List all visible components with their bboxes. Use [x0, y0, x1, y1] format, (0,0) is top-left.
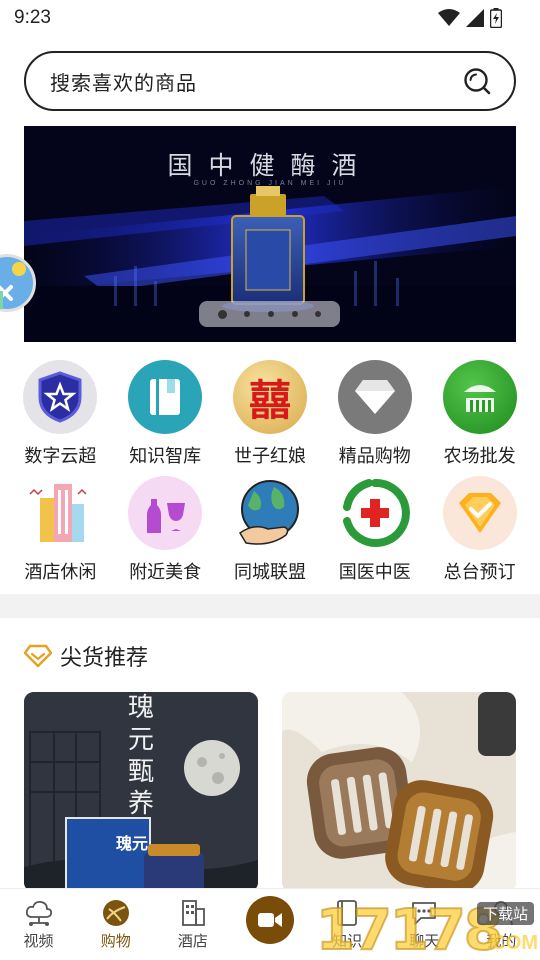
banner-carousel[interactable]: 国中健酶酒 GUO ZHONG JIAN MEI JIU	[24, 126, 516, 342]
nav-label: 酒店	[177, 932, 208, 950]
floating-widget[interactable]	[0, 254, 36, 312]
category-boutique-shopping[interactable]: 精品购物	[325, 360, 425, 476]
globe-hand-icon	[232, 476, 307, 550]
status-time: 9:23	[14, 7, 51, 28]
nav-label: 我的	[486, 932, 517, 950]
category-row: 酒店休闲 附近美食 同城联盟 国医中医 总台预订	[0, 476, 540, 592]
category-digital-supermarket[interactable]: 数字云超	[10, 360, 110, 476]
book-open-icon	[337, 899, 358, 926]
building-icon	[23, 476, 98, 550]
carousel-dot[interactable]	[244, 311, 251, 317]
nav-live-video[interactable]	[232, 895, 308, 944]
category-label: 总台预订	[443, 562, 516, 582]
nav-knowledge[interactable]: 知识	[309, 899, 385, 951]
carousel-dot[interactable]	[217, 309, 227, 319]
category-farm-wholesale[interactable]: 农场批发	[430, 360, 530, 476]
search-icon[interactable]	[462, 66, 492, 96]
category-knowledge-base[interactable]: 知识智库	[115, 360, 215, 476]
badge-check-icon	[442, 476, 517, 550]
diamond-icon	[337, 360, 412, 434]
cloud-network-icon	[25, 900, 52, 926]
person-icon	[489, 900, 514, 925]
shield-star-icon	[23, 360, 98, 434]
nav-label: 聊天	[409, 932, 440, 950]
banner-subtitle: GUO ZHONG JIAN MEI JIU	[193, 180, 347, 187]
nav-label: 购物	[100, 932, 131, 950]
category-city-alliance[interactable]: 同城联盟	[220, 476, 320, 592]
product-hair-clip-icon	[282, 692, 516, 892]
search-input[interactable]: 搜索喜欢的商品	[50, 67, 197, 96]
nav-chat[interactable]: 聊天	[386, 899, 462, 951]
product-image-text: 瑰元甄养	[127, 693, 154, 818]
bottom-nav: 视频 购物 酒店 知识 聊天 我的	[0, 888, 540, 960]
nav-video[interactable]: 视频	[1, 899, 77, 951]
nav-shopping[interactable]: 购物	[78, 899, 154, 951]
category-label: 知识智库	[129, 446, 202, 466]
double-happiness-icon: 囍	[232, 360, 307, 434]
wine-glass-icon	[128, 476, 203, 550]
carousel-dot[interactable]	[267, 311, 274, 317]
nav-profile[interactable]: 我的	[463, 899, 539, 951]
category-label: 数字云超	[24, 446, 97, 466]
category-row: 数字云超 知识智库 囍 世子红娘 精品购物 农场批发	[0, 360, 540, 476]
recommend-title: 尖货推荐	[60, 645, 149, 670]
carousel-dot[interactable]	[315, 311, 322, 317]
banner-title: 国中健酶酒	[167, 153, 373, 180]
recommend-header: 尖货推荐	[24, 640, 148, 672]
hotel-building-icon	[181, 899, 205, 926]
wifi-icon	[438, 9, 460, 26]
carousel-indicator[interactable]	[199, 301, 340, 327]
nav-label: 知识	[332, 932, 363, 950]
video-camera-icon[interactable]	[245, 895, 294, 944]
floating-widget-icon	[0, 262, 26, 309]
product-card[interactable]	[282, 692, 516, 892]
category-label: 酒店休闲	[24, 562, 97, 582]
status-icons	[438, 8, 502, 28]
category-hotel-leisure[interactable]: 酒店休闲	[10, 476, 110, 592]
section-divider	[0, 594, 540, 618]
farm-icon	[442, 360, 517, 434]
category-grid: 数字云超 知识智库 囍 世子红娘 精品购物 农场批发 酒店休闲 附近美食 同城联…	[0, 360, 540, 592]
battery-icon	[490, 8, 502, 28]
product-box-label: 瑰元	[116, 836, 149, 853]
category-label: 同城联盟	[233, 562, 306, 582]
category-label: 农场批发	[443, 446, 516, 466]
category-label: 精品购物	[338, 446, 411, 466]
book-icon	[128, 360, 203, 434]
medical-cross-icon	[337, 476, 412, 550]
nav-hotel[interactable]: 酒店	[155, 899, 231, 951]
category-front-desk-booking[interactable]: 总台预订	[430, 476, 530, 592]
category-label: 附近美食	[129, 562, 202, 582]
status-bar: 9:23	[0, 0, 540, 36]
nav-label: 视频	[23, 932, 54, 950]
category-matchmaker[interactable]: 囍 世子红娘	[220, 360, 320, 476]
search-bar[interactable]: 搜索喜欢的商品	[24, 51, 516, 111]
shopping-bag-icon	[102, 899, 129, 926]
category-nearby-food[interactable]: 附近美食	[115, 476, 215, 592]
category-chinese-medicine[interactable]: 国医中医	[325, 476, 425, 592]
product-card[interactable]: 瑰元甄养 瑰元	[24, 692, 258, 892]
diamond-outline-icon	[24, 644, 52, 668]
category-label: 国医中医	[338, 562, 411, 582]
category-label: 世子红娘	[233, 446, 306, 466]
cellular-icon	[466, 9, 484, 27]
carousel-dot[interactable]	[291, 311, 298, 317]
chat-bubble-icon	[412, 901, 437, 925]
